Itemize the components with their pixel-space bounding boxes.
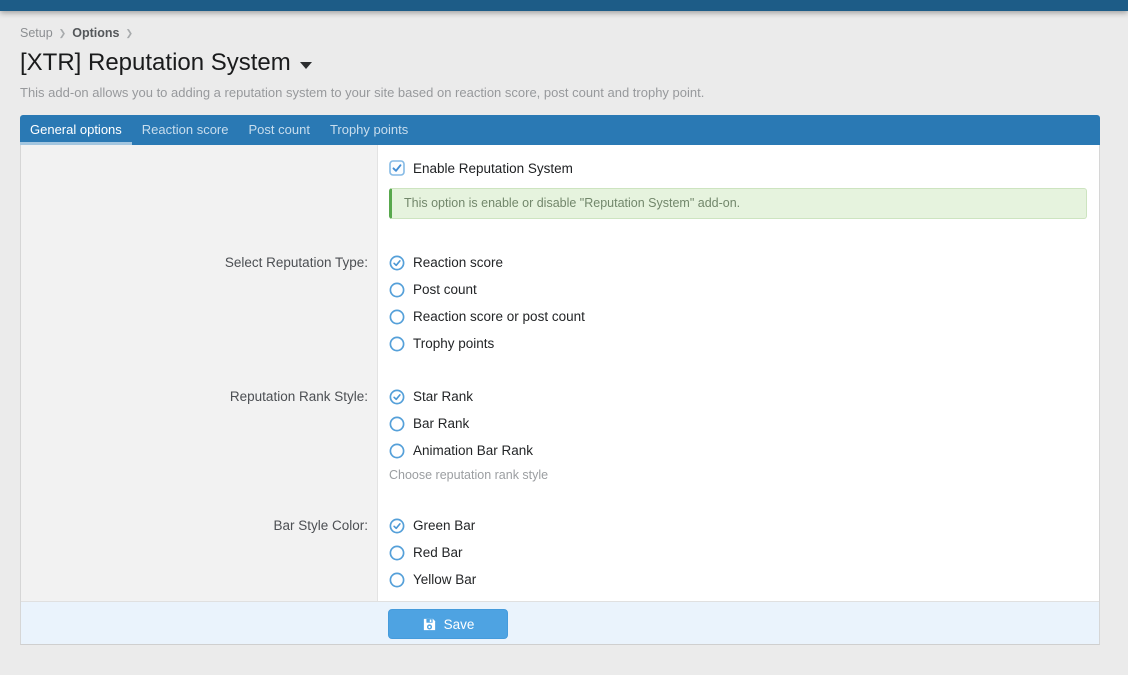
radio-option-trophy-points[interactable]: Trophy points [389, 330, 1087, 357]
reputation-type-label: Select Reputation Type: [21, 249, 379, 357]
breadcrumb-separator-icon: ❯ [59, 28, 67, 39]
radio-icon[interactable] [389, 336, 405, 352]
save-button-label: Save [444, 617, 475, 632]
radio-option-label: Reaction score [413, 255, 503, 270]
radio-icon[interactable] [389, 282, 405, 298]
title-dropdown-caret-icon[interactable] [300, 62, 312, 69]
bar-color-label: Bar Style Color: [21, 512, 379, 593]
form-row-reputation-type: Select Reputation Type: Reaction score [21, 249, 1087, 357]
radio-option-red-bar[interactable]: Red Bar [389, 539, 1087, 566]
save-floppy-icon [422, 617, 437, 632]
page-container: Setup ❯ Options ❯ [XTR] Reputation Syste… [20, 26, 1100, 645]
radio-option-post-count[interactable]: Post count [389, 276, 1087, 303]
page-title-text: [XTR] Reputation System [20, 49, 291, 77]
radio-option-bar-rank[interactable]: Bar Rank [389, 410, 1087, 437]
radio-option-label: Yellow Bar [413, 572, 476, 587]
radio-option-green-bar[interactable]: Green Bar [389, 512, 1087, 539]
options-panel: Enable Reputation System This option is … [20, 145, 1100, 645]
form-row-bar-color: Bar Style Color: Green Bar Red Bar [21, 512, 1087, 593]
admin-top-bar [0, 0, 1128, 11]
options-form: Enable Reputation System This option is … [21, 145, 1099, 601]
radio-selected-icon[interactable] [389, 518, 405, 534]
tab-bar: General options Reaction score Post coun… [20, 115, 1100, 145]
save-bar: Save [21, 601, 1099, 644]
radio-option-label: Green Bar [413, 518, 475, 533]
enable-reputation-checkbox[interactable]: Enable Reputation System [389, 158, 1087, 178]
radio-option-label: Bar Rank [413, 416, 469, 431]
form-row-enable: Enable Reputation System This option is … [21, 158, 1087, 219]
radio-option-reaction-or-post[interactable]: Reaction score or post count [389, 303, 1087, 330]
breadcrumb: Setup ❯ Options ❯ [20, 26, 1100, 40]
radio-option-label: Reaction score or post count [413, 309, 585, 324]
enable-reputation-label: Enable Reputation System [413, 161, 573, 176]
rank-style-label: Reputation Rank Style: [21, 383, 379, 484]
tab-trophy-points[interactable]: Trophy points [320, 115, 418, 145]
radio-option-animation-bar-rank[interactable]: Animation Bar Rank [389, 437, 1087, 464]
radio-selected-icon[interactable] [389, 255, 405, 271]
radio-icon[interactable] [389, 416, 405, 432]
page-title: [XTR] Reputation System [20, 49, 1100, 77]
radio-icon[interactable] [389, 572, 405, 588]
form-row-rank-style: Reputation Rank Style: Star Rank Bar [21, 383, 1087, 484]
tab-general-options[interactable]: General options [20, 115, 132, 145]
radio-option-label: Trophy points [413, 336, 494, 351]
radio-icon[interactable] [389, 545, 405, 561]
breadcrumb-setup[interactable]: Setup [20, 26, 53, 40]
radio-option-label: Animation Bar Rank [413, 443, 533, 458]
radio-icon[interactable] [389, 443, 405, 459]
empty-label-cell [21, 158, 379, 219]
radio-selected-icon[interactable] [389, 389, 405, 405]
tab-post-count[interactable]: Post count [239, 115, 320, 145]
radio-icon[interactable] [389, 309, 405, 325]
breadcrumb-options[interactable]: Options [72, 26, 119, 40]
radio-option-reaction-score[interactable]: Reaction score [389, 249, 1087, 276]
save-button[interactable]: Save [388, 609, 508, 639]
rank-style-hint: Choose reputation rank style [389, 467, 1087, 484]
radio-option-star-rank[interactable]: Star Rank [389, 383, 1087, 410]
radio-option-yellow-bar[interactable]: Yellow Bar [389, 566, 1087, 593]
radio-option-label: Post count [413, 282, 477, 297]
radio-option-label: Red Bar [413, 545, 463, 560]
option-explain-message: This option is enable or disable "Reputa… [389, 188, 1087, 219]
breadcrumb-separator-icon: ❯ [125, 28, 133, 39]
page-description: This add-on allows you to adding a reput… [20, 85, 1100, 100]
tab-reaction-score[interactable]: Reaction score [132, 115, 239, 145]
radio-option-label: Star Rank [413, 389, 473, 404]
checkbox-checked-icon[interactable] [389, 160, 405, 176]
